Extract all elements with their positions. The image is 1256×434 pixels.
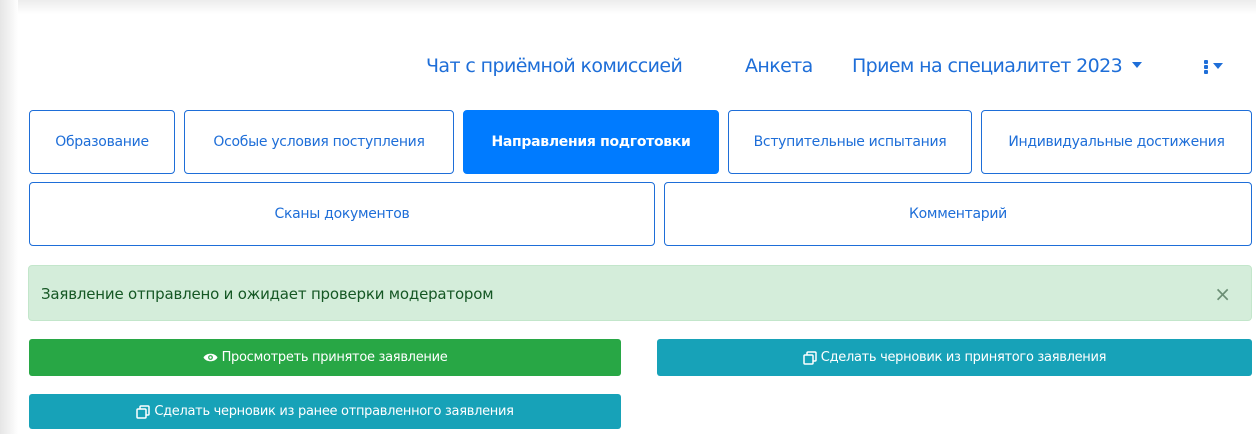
close-icon[interactable]: × (1214, 266, 1231, 322)
tab-individual-achievements[interactable]: Индивидуальные достижения (981, 110, 1252, 174)
view-accepted-label: Просмотреть принятое заявление (221, 350, 448, 365)
tab-education[interactable]: Образование (29, 110, 175, 174)
tab-entrance-exams[interactable]: Вступительные испытания (728, 110, 972, 174)
draft-from-sent-button[interactable]: Сделать черновик из ранее отправленного … (29, 394, 621, 429)
draft-from-accepted-button[interactable]: Сделать черновик из принятого заявления (657, 339, 1252, 376)
campaign-dropdown[interactable]: Прием на специалитет 2023 (852, 48, 1143, 84)
alert-message: Заявление отправлено и ожидает проверки … (41, 285, 494, 303)
copy-icon (136, 404, 151, 419)
more-menu-button[interactable] (1201, 56, 1225, 76)
tab-comment[interactable]: Комментарий (664, 182, 1252, 246)
view-accepted-application-button[interactable]: Просмотреть принятое заявление (29, 339, 621, 376)
tab-special-conditions[interactable]: Особые условия поступления (184, 110, 454, 174)
chevron-down-icon (1132, 62, 1143, 68)
draft-from-sent-label: Сделать черновик из ранее отправленного … (154, 404, 514, 419)
tab-study-programs[interactable]: Направления подготовки (463, 110, 719, 174)
copy-icon (803, 350, 817, 365)
top-navigation: Чат с приёмной комиссией Анкета Прием на… (0, 48, 1256, 84)
campaign-label: Прием на специалитет 2023 (852, 55, 1123, 77)
questionnaire-link[interactable]: Анкета (745, 48, 813, 84)
eye-icon (203, 352, 218, 363)
chevron-down-icon (1213, 63, 1223, 69)
tab-document-scans[interactable]: Сканы документов (29, 182, 655, 246)
draft-from-accepted-label: Сделать черновик из принятого заявления (820, 350, 1107, 365)
chat-with-admissions-link[interactable]: Чат с приёмной комиссией (426, 48, 683, 84)
status-alert: Заявление отправлено и ожидает проверки … (28, 265, 1252, 321)
